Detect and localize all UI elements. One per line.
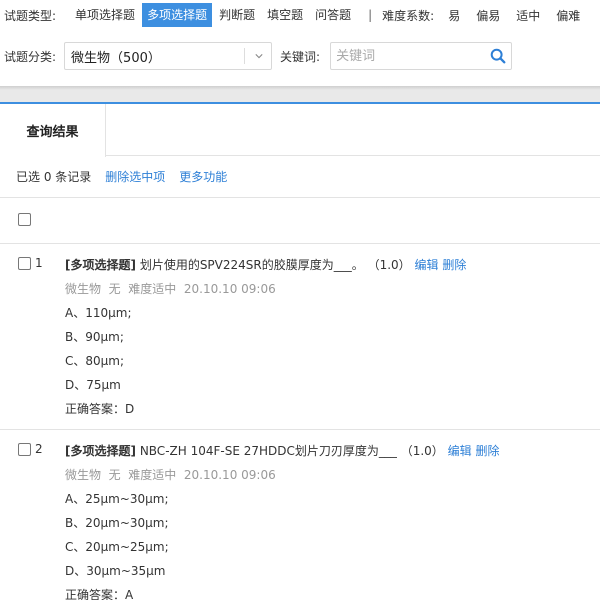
question-meta: 微生物 无 难度适中 20.10.10 09:06 xyxy=(65,282,276,296)
type-multiple-choice[interactable]: 多项选择题 xyxy=(142,3,213,27)
category-label: 试题分类: xyxy=(4,49,57,64)
question-item: 1 [多项选择题] 划片使用的SPV224SR的胶膜厚度为___。 （1.0） … xyxy=(0,244,600,430)
question-index: 1 xyxy=(35,256,43,270)
correct-answer: 正确答案：A xyxy=(65,588,134,600)
difficulty-fairly-hard[interactable]: 偏难 xyxy=(550,7,586,24)
section-gap xyxy=(0,86,600,102)
search-icon[interactable] xyxy=(489,47,507,65)
correct-answer: 正确答案：D xyxy=(65,402,135,416)
selected-count-text: 已选 0 条记录 xyxy=(16,170,92,184)
delete-link[interactable]: 删除 xyxy=(475,444,499,458)
type-true-false[interactable]: 判断题 xyxy=(214,3,260,27)
select-all-row xyxy=(0,198,600,244)
question-text: NBC-ZH 104F-SE 27HDDC划片刀刃厚度为___ xyxy=(139,444,397,458)
filter-panel: 试题类型: 单项选择题 多项选择题 判断题 填空题 问答题 | 难度系数: 易 … xyxy=(0,0,600,86)
gap-shadow xyxy=(0,86,600,90)
option-c: C、80μm; xyxy=(65,354,125,368)
question-title: [多项选择题] 划片使用的SPV224SR的胶膜厚度为___。 （1.0） 编辑… xyxy=(65,256,466,273)
question-checkbox[interactable] xyxy=(18,257,31,270)
option-d: D、30μm~35μm xyxy=(65,564,166,578)
delete-link[interactable]: 删除 xyxy=(442,258,466,272)
question-type-tag: [多项选择题] xyxy=(65,258,136,272)
option-c: C、20μm~25μm; xyxy=(65,540,169,554)
question-item: 2 [多项选择题] NBC-ZH 104F-SE 27HDDC划片刀刃厚度为__… xyxy=(0,430,600,600)
type-single-choice[interactable]: 单项选择题 xyxy=(70,3,140,27)
tab-query-results[interactable]: 查询结果 xyxy=(0,104,106,157)
question-index: 2 xyxy=(35,442,43,456)
category-select-value: 微生物（500） xyxy=(71,50,161,66)
option-b: B、20μm~30μm; xyxy=(65,516,169,530)
select-all-checkbox[interactable] xyxy=(18,213,31,226)
edit-link[interactable]: 编辑 xyxy=(415,258,439,272)
difficulty-medium[interactable]: 适中 xyxy=(510,7,546,24)
type-label: 试题类型: xyxy=(4,8,57,23)
results-toolbar: 已选 0 条记录 删除选中项 更多功能 xyxy=(0,156,600,198)
chevron-down-icon[interactable] xyxy=(255,52,263,60)
type-fill-blank[interactable]: 填空题 xyxy=(262,3,308,27)
option-b: B、90μm; xyxy=(65,330,124,344)
type-essay[interactable]: 问答题 xyxy=(310,3,356,27)
question-checkbox[interactable] xyxy=(18,443,31,456)
keyword-label: 关键词: xyxy=(280,49,321,64)
results-panel: 查询结果 已选 0 条记录 删除选中项 更多功能 1 [多项选择题] 划片使用的… xyxy=(0,102,600,600)
type-filter-row: 试题类型: 单项选择题 多项选择题 判断题 填空题 问答题 | 难度系数: 易 … xyxy=(4,3,586,27)
question-type-tag: [多项选择题] xyxy=(65,444,136,458)
category-filter-row: 试题分类: 微生物（500） 关键词: xyxy=(4,42,513,70)
question-text: 划片使用的SPV224SR的胶膜厚度为___。 xyxy=(139,258,364,272)
question-meta: 微生物 无 难度适中 20.10.10 09:06 xyxy=(65,468,276,482)
filter-separator: | xyxy=(368,8,373,22)
option-a: A、25μm~30μm; xyxy=(65,492,169,506)
category-select[interactable]: 微生物（500） xyxy=(64,42,273,70)
keyword-input[interactable] xyxy=(331,43,482,69)
option-a: A、110μm; xyxy=(65,306,132,320)
delete-selected-link[interactable]: 删除选中项 xyxy=(105,168,165,185)
keyword-search-box xyxy=(330,42,513,70)
question-title: [多项选择题] NBC-ZH 104F-SE 27HDDC划片刀刃厚度为___ … xyxy=(65,442,500,459)
question-score: （1.0） xyxy=(400,444,444,458)
edit-link[interactable]: 编辑 xyxy=(448,444,472,458)
difficulty-label: 难度系数: xyxy=(382,8,435,23)
more-functions-link[interactable]: 更多功能 xyxy=(179,168,227,185)
question-score: （1.0） xyxy=(367,258,411,272)
results-tabbar: 查询结果 xyxy=(0,104,600,157)
option-d: D、75μm xyxy=(65,378,121,392)
select-divider xyxy=(244,48,246,64)
difficulty-fairly-easy[interactable]: 偏易 xyxy=(470,7,506,24)
difficulty-easy[interactable]: 易 xyxy=(442,7,466,24)
